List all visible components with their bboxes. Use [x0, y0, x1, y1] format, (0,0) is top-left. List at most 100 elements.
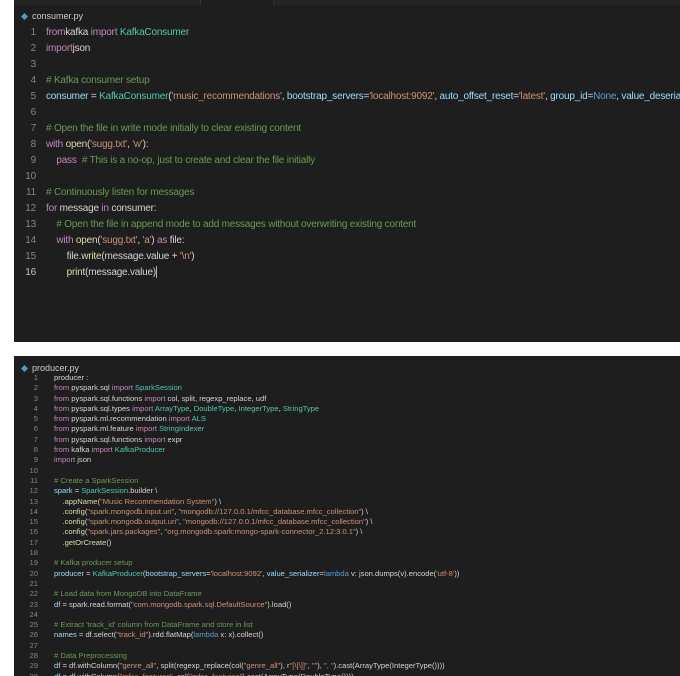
code-token: import [111, 383, 133, 393]
code-text: # Kafka consumer setup [46, 73, 150, 89]
code-token: appName [64, 496, 98, 506]
line-number: 14 [25, 235, 36, 246]
code-line[interactable]: 14 with open('sugg.txt', 'a') as file: [14, 233, 680, 249]
code-lines[interactable]: 1 producer : 2 from pyspark.sql import Spar… [14, 373, 680, 676]
code-line[interactable]: 6 [14, 105, 680, 121]
code-token: StringIndexer [156, 424, 205, 434]
code-line[interactable]: 12 for message in consumer: [14, 201, 680, 217]
code-token: ).cast(ArrayType(DoubleType()))) [242, 672, 353, 676]
code-line[interactable]: 5 consumer = KafkaConsumer('music_recomme… [14, 89, 680, 105]
code-line[interactable]: 16 .config("spark.jars.packages", "org.m… [14, 527, 680, 537]
code-token: import [135, 424, 157, 434]
code-token: # This is a no-op, just to create and cl… [81, 155, 315, 166]
code-token: SparkSession [132, 383, 182, 393]
line-number: 10 [29, 465, 38, 475]
code-line[interactable]: 16 print(message.value) [14, 265, 680, 281]
code-line[interactable]: 9 pass # This is a no-op, just to create… [14, 153, 680, 169]
code-line[interactable]: 2 from pyspark.sql import SparkSession [14, 383, 680, 393]
code-line[interactable]: 7 # Open the file in write mode initially… [14, 121, 680, 137]
code-line[interactable]: 24 [14, 610, 680, 620]
code-token: from [54, 414, 70, 424]
breadcrumb[interactable]: consumer.py [20, 9, 83, 23]
code-token: "genre_all" [119, 661, 157, 671]
line-number: 30 [14, 672, 38, 676]
code-line[interactable]: 15 .config("spark.mongodb.output.uri", "… [14, 517, 680, 527]
code-text: from pyspark.sql.functions import col, s… [54, 394, 266, 404]
code-token: from [54, 383, 70, 393]
code-token: bootstrap_servers [286, 91, 364, 102]
code-line[interactable]: 28 # Data Preprocessing [14, 651, 680, 661]
code-token: "genre_all" [243, 661, 281, 671]
code-line[interactable]: 2 importjson [14, 41, 680, 57]
code-line[interactable]: 10 [14, 169, 680, 185]
code-line[interactable]: 27 [14, 641, 680, 651]
code-line[interactable]: 9 import json [14, 455, 680, 465]
active-tab[interactable] [200, 0, 274, 5]
code-token: "Music Recommendation System" [100, 496, 215, 506]
code-token: import [144, 434, 166, 444]
code-token: from [54, 434, 70, 444]
code-line[interactable]: 26 names = df.select("track_id").rdd.flat… [14, 630, 680, 640]
code-token: "mongodb://127.0.0.1/mfcc_database.mfcc_… [183, 517, 366, 527]
code-line[interactable]: 7 from pyspark.sql.functions import expr [14, 435, 680, 445]
code-text: # Extract 'track_id' column from DataFra… [54, 620, 253, 630]
code-token: pyspark.sql.functions [69, 393, 145, 403]
code-line[interactable]: 8 from kafka import KafkaProducer [14, 445, 680, 455]
code-token: "mfcc_features" [120, 672, 173, 676]
code-token: KafkaConsumer [99, 91, 169, 102]
code-line[interactable]: 19 # Kafka producer setup [14, 558, 680, 568]
line-number: 5 [30, 91, 37, 102]
line-number: 15 [29, 517, 38, 527]
code-line[interactable]: 20 producer = KafkaProducer(bootstrap_ser… [14, 569, 680, 579]
code-line[interactable]: 4 from pyspark.sql.types import ArrayType… [14, 404, 680, 414]
code-line[interactable]: 11 # Continuously listen for messages [14, 185, 680, 201]
code-line[interactable]: 5 from pyspark.ml.recommendation import A… [14, 414, 680, 424]
code-token: # Create a SparkSession [54, 475, 139, 485]
code-line[interactable]: 30 df = df.withColumn("mfcc_features", co… [14, 672, 680, 676]
code-line[interactable]: 8 with open('sugg.txt', 'w'): [14, 137, 680, 153]
line-number: 1 [30, 27, 37, 38]
code-line[interactable]: 4 # Kafka consumer setup [14, 73, 680, 89]
code-token: . [54, 517, 65, 527]
line-number: 2 [30, 43, 37, 54]
code-text: producer : [54, 373, 88, 383]
code-token: config [64, 517, 85, 527]
code-token: ).rdd.flatMap( [148, 630, 194, 640]
code-text: .getOrCreate() [54, 538, 111, 548]
code-line[interactable]: 22 # Load data from MongoDB into DataFram… [14, 589, 680, 599]
python-file-icon [20, 364, 29, 372]
code-token: # Load data from MongoDB into DataFrame [54, 589, 202, 599]
code-line[interactable]: 14 .config("spark.mongodb.input.uri", "m… [14, 507, 680, 517]
code-line[interactable]: 15 file.write(message.value + '\n') [14, 249, 680, 265]
line-number: 22 [29, 589, 38, 599]
code-token: 'localhost:9092' [369, 91, 435, 102]
code-token: with [46, 139, 63, 150]
code-line[interactable]: 6 from pyspark.ml.feature import StringIn… [14, 424, 680, 434]
code-token: 'w' [132, 139, 143, 150]
code-line[interactable]: 12 spark = SparkSession.builder \ [14, 486, 680, 496]
code-line[interactable]: 23 df = spark.read.format("com.mongodb.sp… [14, 600, 680, 610]
code-line[interactable]: 10 [14, 466, 680, 476]
code-token: ArrayType [153, 403, 190, 413]
code-line[interactable]: 1 producer : [14, 373, 680, 383]
code-line[interactable]: 29 df = df.withColumn("genre_all", split(… [14, 661, 680, 671]
code-line[interactable]: 11 # Create a SparkSession [14, 476, 680, 486]
code-line[interactable]: 21 [14, 579, 680, 589]
code-line[interactable]: 1 fromkafka import KafkaConsumer [14, 25, 680, 41]
code-line[interactable]: 18 [14, 548, 680, 558]
code-line[interactable]: 13 .appName("Music Recommendation System… [14, 497, 680, 507]
code-line[interactable]: 13 # Open the file in append mode to add… [14, 217, 680, 233]
line-number: 10 [25, 171, 36, 182]
code-lines[interactable]: 1 fromkafka import KafkaConsumer 2 importjs… [14, 25, 680, 281]
code-text: # Continuously listen for messages [46, 185, 194, 201]
code-line[interactable]: 25 # Extract 'track_id' column from DataF… [14, 620, 680, 630]
code-token: import [144, 393, 166, 403]
code-token: ), r [280, 661, 290, 671]
code-line[interactable]: 3 from pyspark.sql.functions import col, … [14, 394, 680, 404]
line-number: 5 [33, 414, 38, 424]
code-line[interactable]: 17 .getOrCreate() [14, 538, 680, 548]
line-number: 29 [29, 661, 38, 671]
code-token: 'localhost:9092' [210, 568, 263, 578]
code-line[interactable]: 3 [14, 57, 680, 73]
